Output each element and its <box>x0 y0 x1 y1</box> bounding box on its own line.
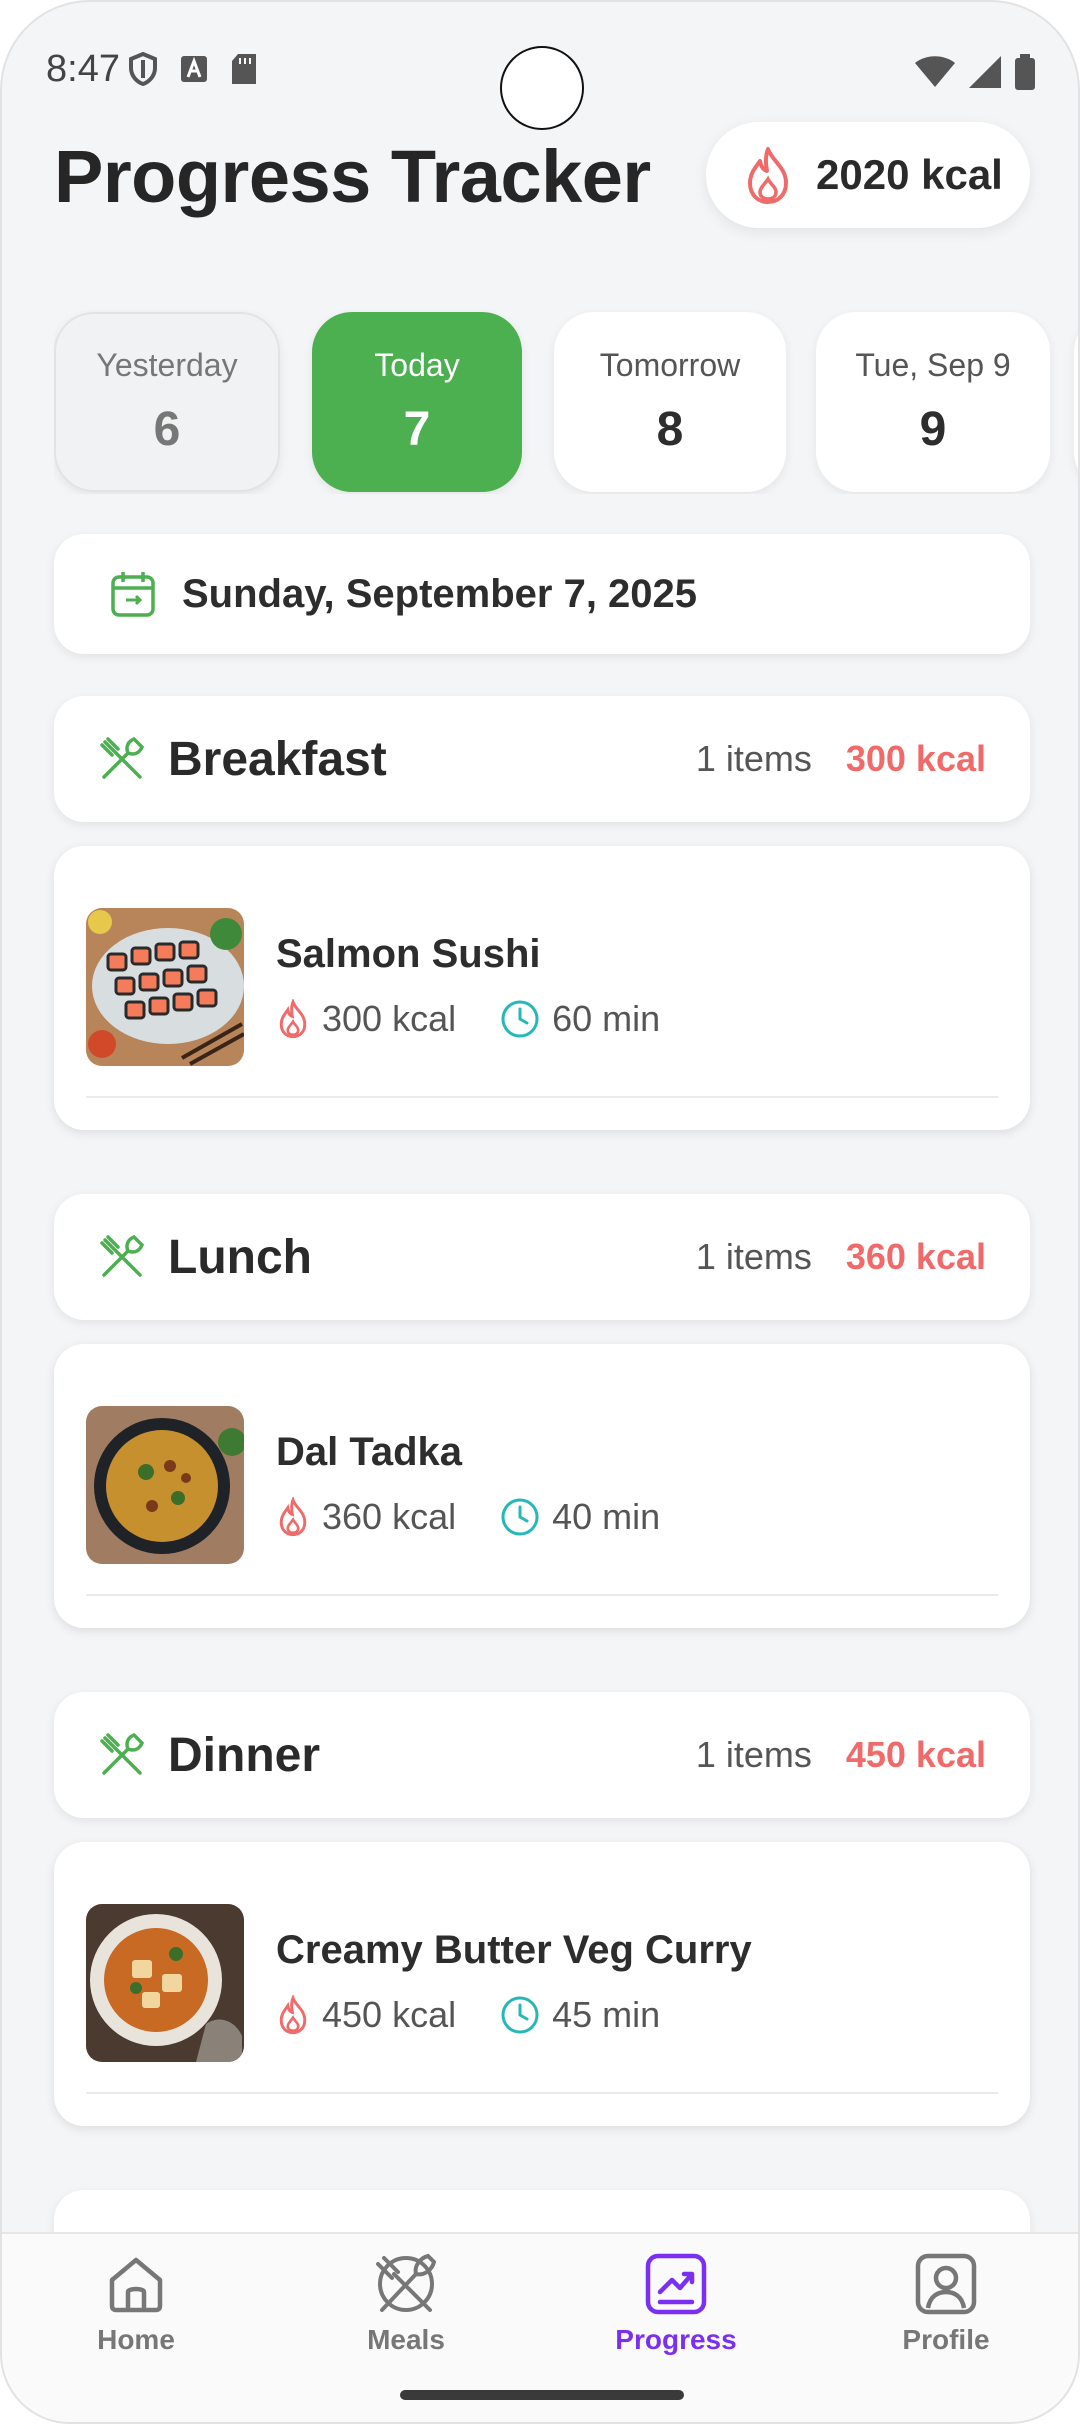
food-time: 60 min <box>552 998 661 1039</box>
date-label: Today <box>374 347 460 383</box>
nav-progress[interactable]: Progress <box>586 2252 766 2356</box>
meal-section-dinner[interactable]: Dinner 1 items 450 kcal <box>54 1692 1030 1818</box>
date-number: 6 <box>153 403 181 456</box>
clock-icon <box>501 1498 539 1536</box>
utensils-icon <box>100 736 145 779</box>
date-label: Yesterday <box>96 347 238 383</box>
food-meta: 300 kcal 60 min <box>276 998 660 1040</box>
meal-title: Dinner <box>168 1728 321 1782</box>
nav-meals[interactable]: Meals <box>316 2252 496 2356</box>
utensils-icon <box>100 1732 145 1775</box>
home-icon <box>109 2257 163 2313</box>
food-kcal: 300 kcal <box>322 998 457 1039</box>
signal-icon <box>969 56 1001 88</box>
front-camera <box>500 46 584 130</box>
status-icons-left <box>128 52 258 86</box>
date-tomorrow[interactable]: Tomorrow 8 <box>554 312 786 492</box>
meal-title: Breakfast <box>168 732 387 786</box>
meal-section-breakfast[interactable]: Breakfast 1 items 300 kcal <box>54 696 1030 822</box>
nav-label: Meals <box>367 2324 445 2355</box>
card-divider <box>86 1096 998 1098</box>
total-kcal-value: 2020 kcal <box>816 151 1003 198</box>
nav-label: Profile <box>902 2324 990 2355</box>
date-label: Tomorrow <box>599 347 741 383</box>
meal-section-lunch[interactable]: Lunch 1 items 360 kcal <box>54 1194 1030 1320</box>
date-number: 9 <box>919 403 947 456</box>
food-kcal: 360 kcal <box>322 1496 457 1537</box>
food-image <box>86 1904 244 2062</box>
food-card-butter-veg-curry[interactable]: Creamy Butter Veg Curry 450 kcal 45 min <box>54 1842 1030 2126</box>
utensils-icon <box>100 1234 145 1277</box>
date-today[interactable]: Today 7 <box>312 312 522 492</box>
clock-icon <box>501 1996 539 2034</box>
selected-date-text: Sunday, September 7, 2025 <box>182 571 698 616</box>
food-name: Salmon Sushi <box>276 932 541 976</box>
nav-home[interactable]: Home <box>46 2252 226 2356</box>
flame-icon <box>279 1497 307 1537</box>
flame-icon <box>748 147 788 204</box>
status-time: 8:47 <box>46 48 120 90</box>
total-kcal-badge[interactable]: 2020 kcal <box>706 122 1030 228</box>
phone-screen: 8:47 Progress Tracker 2020 kcal Yesterda… <box>0 0 1080 2424</box>
date-number: 7 <box>403 403 431 456</box>
sd-card-icon <box>232 54 256 84</box>
food-time: 45 min <box>552 1994 661 2035</box>
food-image <box>86 908 244 1066</box>
status-icons-right <box>914 54 1036 90</box>
card-divider <box>86 1594 998 1596</box>
meal-title: Lunch <box>168 1230 312 1284</box>
wifi-icon <box>915 56 955 87</box>
shield-icon <box>129 52 157 86</box>
meal-item-count: 1 items <box>695 738 812 779</box>
nav-label: Progress <box>615 2324 737 2355</box>
font-icon <box>181 56 207 82</box>
food-image <box>86 1406 244 1564</box>
meal-kcal: 360 kcal <box>845 1236 986 1277</box>
food-name: Dal Tadka <box>276 1430 462 1474</box>
nav-label: Home <box>97 2324 175 2355</box>
meal-kcal: 300 kcal <box>845 738 986 779</box>
food-meta: 450 kcal 45 min <box>276 1994 660 2036</box>
home-indicator[interactable] <box>400 2390 684 2400</box>
food-meta: 360 kcal 40 min <box>276 1496 660 1538</box>
meal-item-count: 1 items <box>695 1236 812 1277</box>
food-card-salmon-sushi[interactable]: Salmon Sushi 300 kcal 60 min <box>54 846 1030 1130</box>
profile-icon <box>915 2253 977 2315</box>
nav-profile[interactable]: Profile <box>856 2252 1036 2356</box>
flame-icon <box>279 999 307 1039</box>
date-next-partial[interactable] <box>1074 312 1078 492</box>
clock-icon <box>501 1000 539 1038</box>
date-sep-9[interactable]: Tue, Sep 9 9 <box>816 312 1050 492</box>
status-bar: 8:47 <box>2 2 1078 142</box>
date-selector: Yesterday 6 Today 7 Tomorrow 8 Tue, Sep … <box>54 310 1078 494</box>
meal-kcal: 450 kcal <box>845 1734 986 1775</box>
meals-icon <box>376 2253 437 2312</box>
date-number: 8 <box>656 403 684 456</box>
food-name: Creamy Butter Veg Curry <box>276 1928 752 1972</box>
date-label: Tue, Sep 9 <box>855 347 1011 383</box>
selected-date-banner: Sunday, September 7, 2025 <box>54 534 1030 654</box>
page-title: Progress Tracker <box>54 135 651 218</box>
battery-icon <box>1015 54 1035 90</box>
date-yesterday[interactable]: Yesterday 6 <box>54 312 280 492</box>
food-card-dal-tadka[interactable]: Dal Tadka 360 kcal 40 min <box>54 1344 1030 1628</box>
card-divider <box>86 2092 998 2094</box>
food-kcal: 450 kcal <box>322 1994 457 2035</box>
meal-item-count: 1 items <box>695 1734 812 1775</box>
calendar-icon <box>111 572 155 617</box>
food-time: 40 min <box>552 1496 661 1537</box>
progress-icon <box>645 2253 707 2315</box>
flame-icon <box>279 1995 307 2035</box>
